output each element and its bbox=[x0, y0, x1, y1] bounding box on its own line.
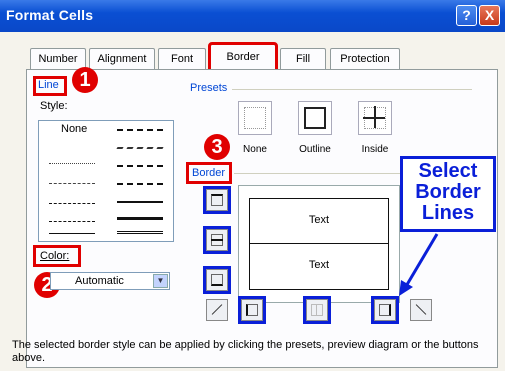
style-dotted[interactable] bbox=[49, 163, 95, 164]
border-preview[interactable]: Text Text bbox=[238, 185, 400, 303]
style-label: Style: bbox=[40, 100, 68, 112]
preview-middle-line bbox=[249, 243, 389, 244]
line-group-label: Line bbox=[38, 79, 59, 91]
style-double[interactable] bbox=[117, 231, 163, 234]
presets-divider bbox=[232, 89, 472, 90]
border-group-label: Border bbox=[192, 167, 226, 179]
tab-alignment[interactable]: Alignment bbox=[89, 48, 155, 70]
preview-text-bottom: Text bbox=[308, 259, 330, 271]
tab-fill[interactable]: Fill bbox=[280, 48, 326, 70]
tab-border[interactable]: Border bbox=[208, 42, 278, 72]
help-button[interactable]: ? bbox=[456, 5, 477, 26]
format-cells-dialog: Format Cells ? X Number Alignment Font B… bbox=[0, 0, 505, 371]
preview-text-top: Text bbox=[308, 214, 330, 226]
border-description: The selected border style can be applied… bbox=[12, 339, 479, 364]
border-diagonal-up-button[interactable] bbox=[206, 299, 228, 321]
border-left-icon bbox=[246, 304, 258, 316]
border-left-button[interactable] bbox=[238, 296, 266, 324]
border-top-icon bbox=[211, 194, 223, 206]
window-title: Format Cells bbox=[6, 7, 94, 23]
border-bottom-icon bbox=[211, 274, 223, 286]
select-border-lines-callout: Select Border Lines bbox=[400, 156, 496, 232]
border-divider bbox=[234, 173, 400, 174]
title-bar: Format Cells ? X bbox=[0, 0, 505, 32]
tab-number[interactable]: Number bbox=[30, 48, 86, 70]
style-dash-fine[interactable] bbox=[49, 183, 95, 184]
border-top-button[interactable] bbox=[203, 186, 231, 214]
preset-outline-icon bbox=[304, 107, 326, 129]
chevron-down-icon[interactable]: ▼ bbox=[153, 274, 168, 288]
border-right-icon bbox=[379, 304, 391, 316]
border-bottom-button[interactable] bbox=[203, 266, 231, 294]
tab-protection[interactable]: Protection bbox=[330, 48, 400, 70]
line-style-list[interactable]: None bbox=[38, 120, 174, 242]
diagonal-down-icon bbox=[415, 304, 427, 315]
style-none-label: None bbox=[61, 123, 88, 135]
preset-inside-button[interactable] bbox=[358, 101, 392, 135]
preset-none-button[interactable] bbox=[238, 101, 272, 135]
preset-outline-button[interactable] bbox=[298, 101, 332, 135]
callout-arrow-icon bbox=[399, 233, 439, 296]
style-dash[interactable] bbox=[49, 221, 95, 222]
preset-none-icon bbox=[244, 107, 266, 129]
style-medium-dash-dot-dot[interactable] bbox=[117, 129, 163, 131]
preset-inside-icon bbox=[363, 106, 386, 129]
border-center-icon bbox=[311, 304, 323, 316]
border-center-button[interactable] bbox=[303, 296, 331, 324]
color-select-value: Automatic bbox=[75, 275, 124, 287]
style-medium[interactable] bbox=[117, 201, 163, 203]
style-thin[interactable] bbox=[49, 233, 95, 234]
style-medium-dash[interactable] bbox=[117, 183, 163, 185]
preset-inside-label: Inside bbox=[361, 144, 389, 155]
callout-line-1: Select bbox=[418, 160, 478, 182]
style-dash-dot[interactable] bbox=[49, 203, 95, 204]
border-middle-icon bbox=[211, 234, 223, 246]
style-medium-dash-dot[interactable] bbox=[117, 165, 163, 167]
callout-line-2: Border bbox=[415, 181, 481, 203]
diagonal-up-icon bbox=[211, 304, 223, 315]
callout-line-3: Lines bbox=[421, 202, 475, 224]
step-1-badge: 1 bbox=[72, 67, 98, 93]
style-slanted-dash[interactable] bbox=[116, 147, 164, 149]
step-3-badge: 3 bbox=[204, 134, 230, 160]
preview-cells[interactable]: Text Text bbox=[249, 198, 389, 290]
color-label: Color: bbox=[40, 250, 70, 262]
style-thick[interactable] bbox=[117, 217, 163, 220]
color-select[interactable]: Automatic ▼ bbox=[50, 272, 170, 290]
preset-outline-label: Outline bbox=[299, 144, 331, 155]
border-right-button[interactable] bbox=[371, 296, 399, 324]
tab-font[interactable]: Font bbox=[158, 48, 206, 70]
border-middle-button[interactable] bbox=[203, 226, 231, 254]
preset-none-label: None bbox=[243, 144, 267, 155]
close-button[interactable]: X bbox=[479, 5, 500, 26]
presets-group-label: Presets bbox=[190, 82, 228, 94]
border-diagonal-down-button[interactable] bbox=[410, 299, 432, 321]
